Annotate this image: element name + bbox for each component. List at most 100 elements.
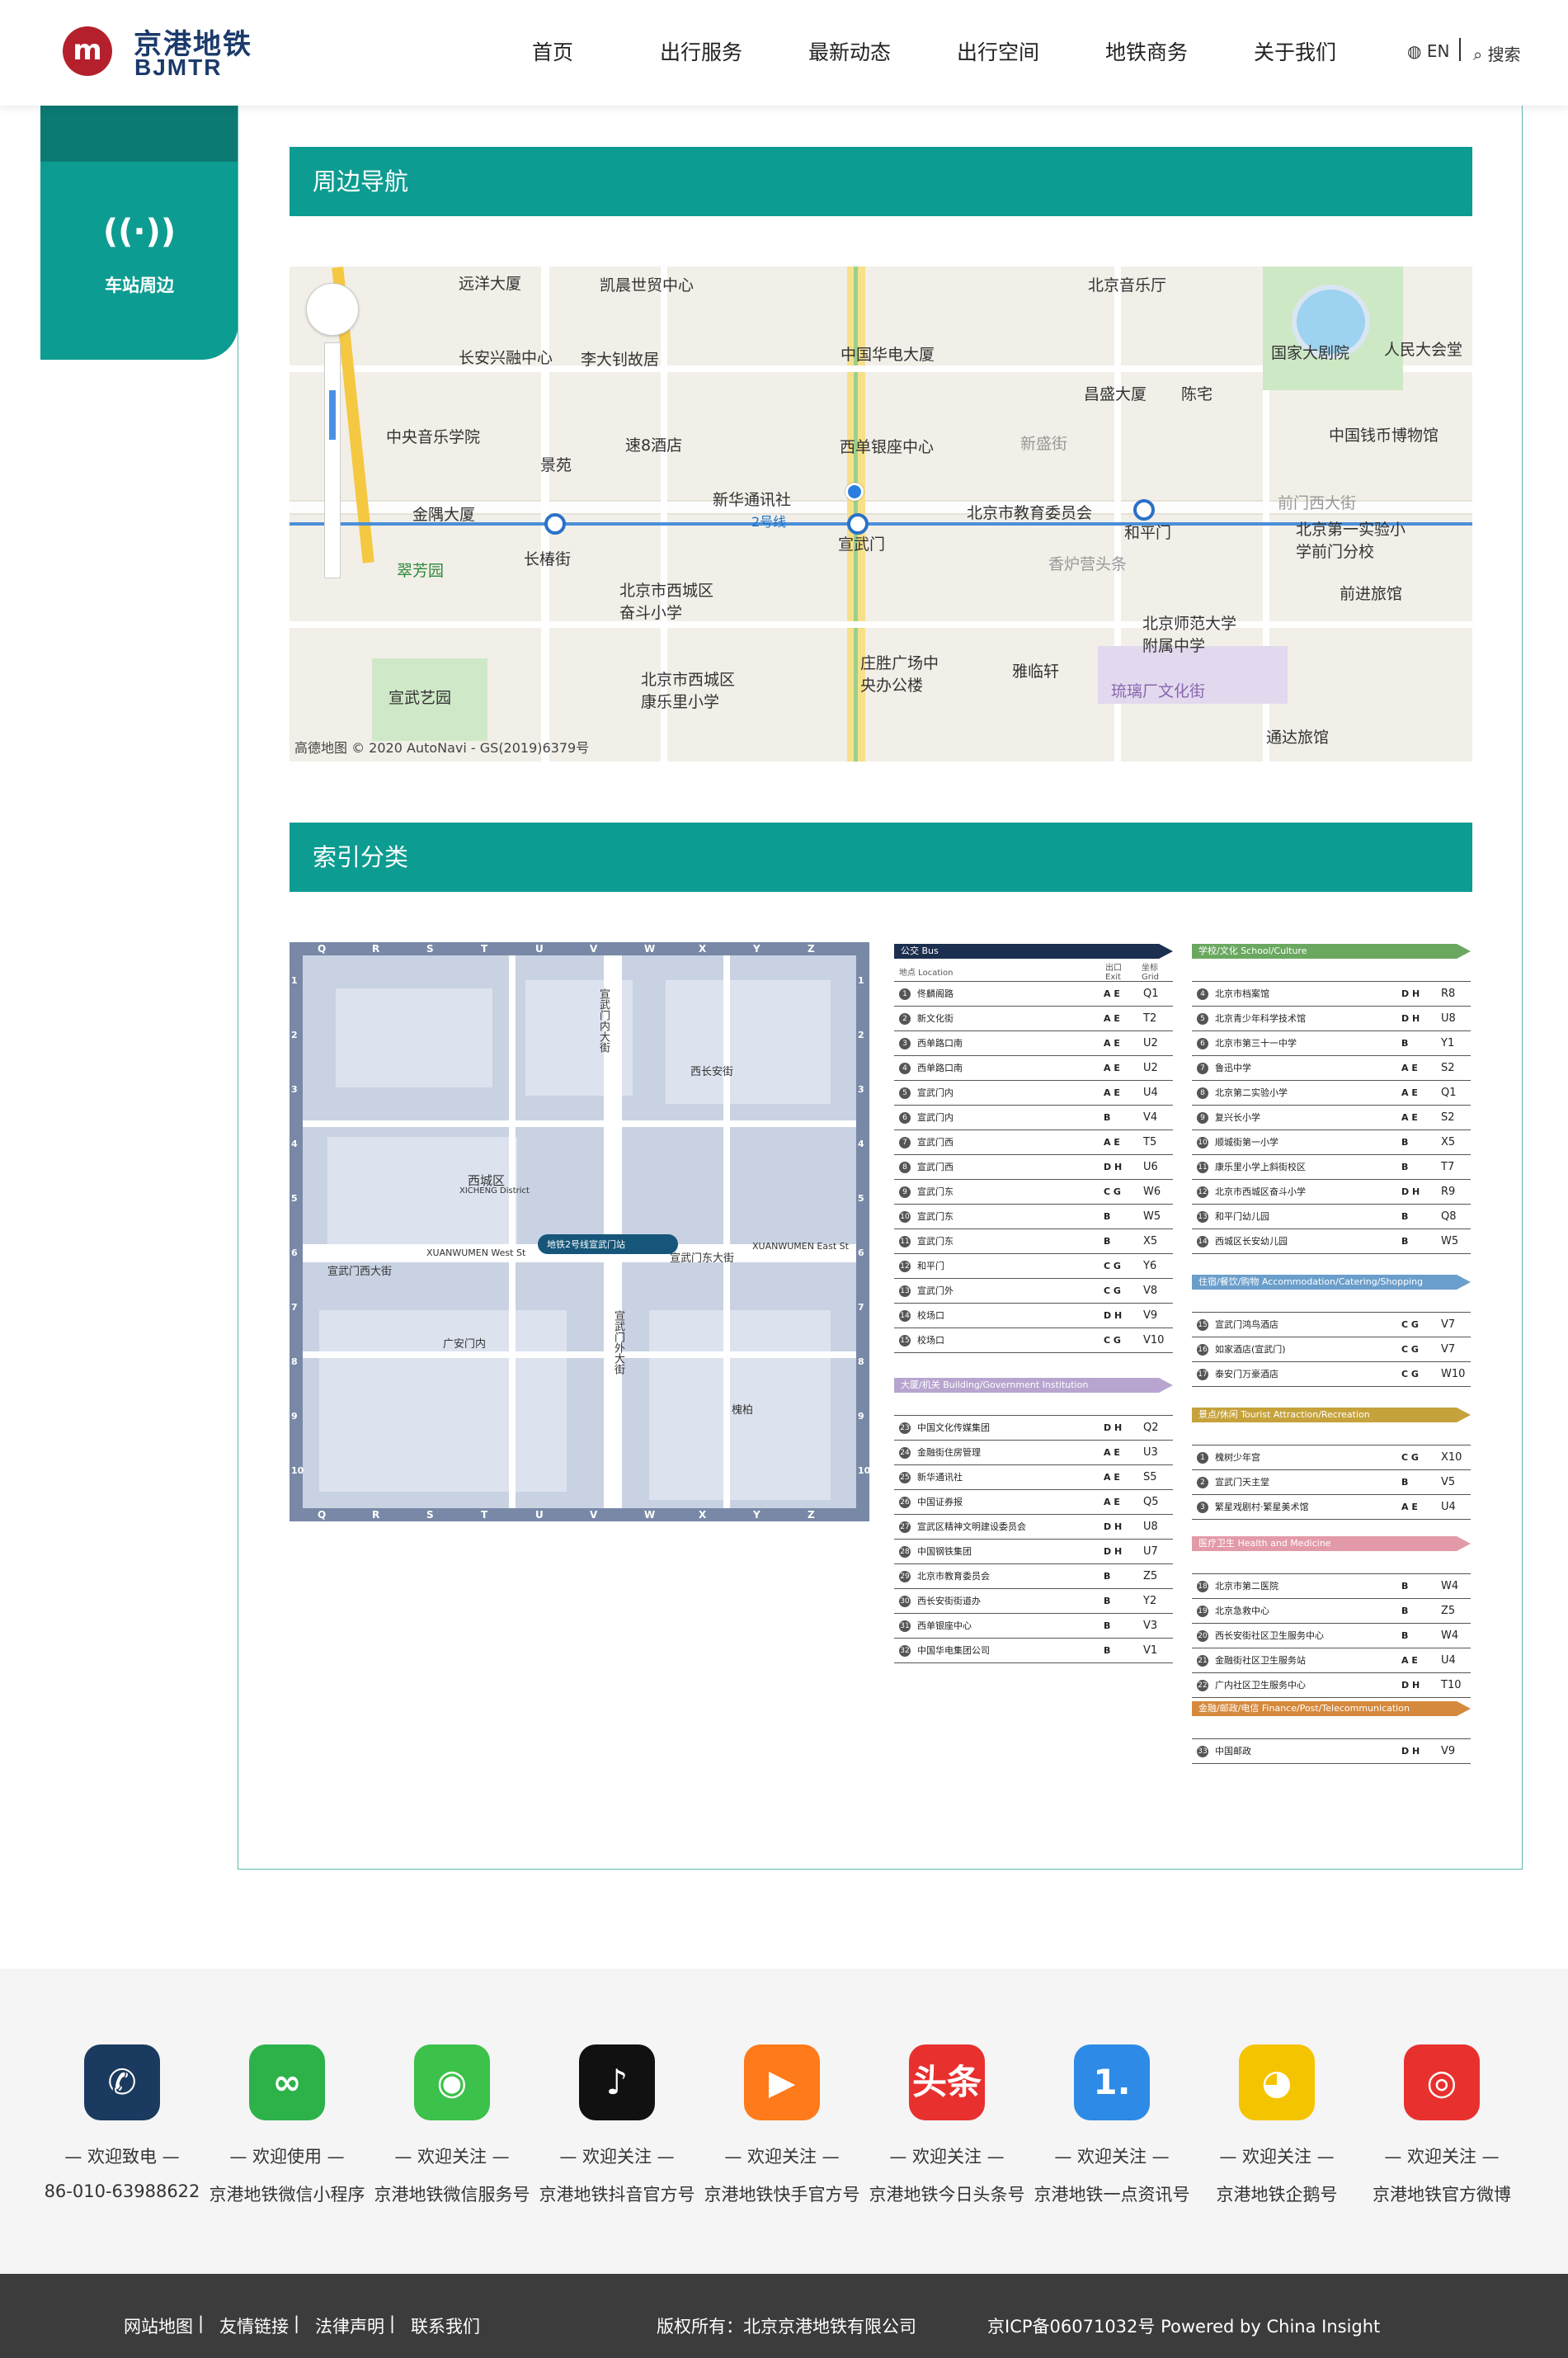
table-row: 20 西长安街社区卫生服务中心 B W4	[1192, 1624, 1471, 1648]
location-pin-icon[interactable]	[845, 483, 864, 501]
map-label[interactable]: 宣武门	[838, 532, 885, 554]
station-area-index-map[interactable]: 地铁2号线宣武门站 西城区 XICHENG District 宣武门西大街 XU…	[290, 942, 869, 1521]
footer-social-item[interactable]: 1. — 欢迎关注 — 京港地铁一点资讯号	[1029, 2044, 1194, 2206]
footer-social-item[interactable]: ◕ — 欢迎关注 — 京港地铁企鹅号	[1194, 2044, 1359, 2206]
map-label[interactable]: 北京市西城区康乐里小学	[641, 667, 748, 712]
map-label[interactable]: 北京师范大学附属中学	[1142, 611, 1241, 656]
map-label[interactable]: 前进旅馆	[1340, 582, 1402, 604]
map-label[interactable]: 陈宅	[1181, 382, 1212, 404]
nav-travel-space[interactable]: 出行空间	[924, 36, 1072, 66]
map-zoom-handle[interactable]	[329, 390, 336, 440]
map-label[interactable]: 新华通讯社	[713, 488, 791, 510]
row-exit: C G	[1401, 1369, 1419, 1379]
nav-home[interactable]: 首页	[478, 36, 627, 66]
map-label[interactable]: 李大钊故居	[581, 347, 659, 370]
map-label[interactable]: 昌盛大厦	[1084, 382, 1147, 404]
map-label[interactable]: 北京第一实验小学前门分校	[1296, 517, 1420, 562]
footer-link-contact[interactable]: 联系我们	[411, 2313, 480, 2338]
row-grid: V7	[1441, 1318, 1456, 1331]
row-location: 顺城街第一小学	[1215, 1137, 1278, 1148]
kuaishou-icon[interactable]: ▶	[744, 2044, 820, 2120]
row-grid: T10	[1441, 1679, 1462, 1691]
icp-record[interactable]: 京ICP备06071032号 Powered by China Insight	[987, 2313, 1380, 2338]
grid-column-label: X	[699, 1509, 707, 1521]
map-station-marker[interactable]	[1133, 499, 1155, 521]
map-label[interactable]: 中国钱币博物馆	[1329, 423, 1439, 446]
footer-social-item[interactable]: ▶ — 欢迎关注 — 京港地铁快手官方号	[699, 2044, 864, 2206]
map-label[interactable]: 景苑	[540, 453, 572, 475]
map-label[interactable]: 翠芳园	[397, 559, 444, 581]
footer-divider: |	[389, 2313, 396, 2333]
col-location: 地点 Location	[899, 969, 954, 978]
yidian-icon[interactable]: 1.	[1074, 2044, 1150, 2120]
map-label[interactable]: 和平门	[1124, 521, 1171, 543]
table-row: 23 中国文化传媒集团 D H Q2	[894, 1416, 1173, 1441]
row-grid: U7	[1143, 1545, 1158, 1558]
row-number: 4	[1197, 988, 1208, 1000]
map-label[interactable]: 北京市教育委员会	[967, 501, 1092, 523]
douyin-icon[interactable]: ♪	[579, 2044, 655, 2120]
search-button[interactable]: ⌕ 搜索	[1473, 41, 1521, 65]
map-label[interactable]: 金隅大厦	[412, 502, 475, 525]
map-label[interactable]: 琉璃厂文化街	[1111, 679, 1205, 701]
nearby-map[interactable]: 远洋大厦 凯晨世贸中心 北京音乐厅 长安兴融中心 李大钊故居 中国华电大厦 国家…	[290, 266, 1472, 762]
map-label[interactable]: 宣武艺园	[388, 686, 451, 708]
mini-program-icon[interactable]: ∞	[249, 2044, 325, 2120]
footer-link-sitemap[interactable]: 网站地图	[124, 2313, 193, 2338]
index-map-label: 广安门内	[443, 1338, 487, 1351]
map-label[interactable]: 速8酒店	[625, 433, 682, 455]
nav-about-us[interactable]: 关于我们	[1221, 36, 1369, 66]
footer-social-item[interactable]: ◉ — 欢迎关注 — 京港地铁微信服务号	[370, 2044, 534, 2206]
nav-metro-business[interactable]: 地铁商务	[1072, 36, 1221, 66]
toutiao-icon[interactable]: 头条	[909, 2044, 985, 2120]
map-label[interactable]: 中国华电大厦	[841, 342, 935, 365]
index-map-label: XUANWUMEN East St	[752, 1241, 849, 1252]
nav-travel-services[interactable]: 出行服务	[627, 36, 775, 66]
map-zoom-slider[interactable]	[324, 342, 341, 578]
search-icon: ⌕	[1473, 45, 1488, 64]
grid-row-label: 8	[858, 1356, 864, 1367]
grid-column-label: S	[426, 1509, 434, 1521]
footer-social-item[interactable]: 头条 — 欢迎关注 — 京港地铁今日头条号	[864, 2044, 1029, 2206]
map-label[interactable]: 西单银座中心	[840, 435, 934, 457]
map-label[interactable]: 远洋大厦	[459, 271, 521, 294]
map-station-marker[interactable]	[544, 513, 566, 535]
map-label[interactable]: 雅临轩	[1012, 659, 1059, 681]
logo-mark-icon[interactable]: m	[63, 26, 112, 76]
footer-link-legal[interactable]: 法律声明	[315, 2313, 384, 2338]
weibo-icon[interactable]: ◎	[1404, 2044, 1480, 2120]
map-label[interactable]: 中央音乐学院	[386, 425, 480, 447]
map-pan-control[interactable]	[306, 283, 359, 336]
footer-link-friend-links[interactable]: 友情链接	[219, 2313, 289, 2338]
map-label[interactable]: 国家大剧院	[1271, 341, 1349, 363]
map-label[interactable]: 北京音乐厅	[1088, 273, 1166, 295]
map-label[interactable]: 人民大会堂	[1384, 337, 1462, 360]
language-switch[interactable]: ◍ EN	[1407, 41, 1449, 61]
table-row: 2 宣武门天主堂 B V5	[1192, 1470, 1471, 1495]
map-label[interactable]: 凯晨世贸中心	[600, 273, 694, 295]
wechat-icon[interactable]: ◉	[414, 2044, 490, 2120]
nav-latest-news[interactable]: 最新动态	[775, 36, 924, 66]
sidebar-item-station-surroundings[interactable]: ((·)) 车站周边	[40, 162, 238, 360]
grid-row-label: 5	[858, 1193, 864, 1204]
footer-social-item[interactable]: ♪ — 欢迎关注 — 京港地铁抖音官方号	[534, 2044, 699, 2206]
logo-english-name[interactable]: BJMTR	[134, 54, 222, 81]
footer-social-item[interactable]: ∞ — 欢迎使用 — 京港地铁微信小程序	[205, 2044, 370, 2206]
row-exit: B	[1401, 1236, 1409, 1247]
footer-social-item[interactable]: ◎ — 欢迎关注 — 京港地铁官方微博	[1359, 2044, 1524, 2206]
footer-divider: |	[198, 2313, 205, 2333]
penguin-icon[interactable]: ◕	[1239, 2044, 1315, 2120]
sidebar-item-label: 车站周边	[105, 276, 174, 295]
map-label[interactable]: 北京市西城区奋斗小学	[619, 578, 727, 623]
map-label[interactable]: 通达旅馆	[1266, 725, 1329, 747]
row-exit: A E	[1104, 988, 1120, 999]
map-label[interactable]: 庄胜广场中央办公楼	[860, 651, 951, 696]
map-label: 前门西大街	[1278, 494, 1357, 512]
phone-icon[interactable]: ✆	[84, 2044, 160, 2120]
grid-row-label: 5	[291, 1193, 298, 1204]
map-label[interactable]: 长安兴融中心	[459, 346, 553, 368]
footer-social-item[interactable]: ✆ — 欢迎致电 — 86-010-63988622	[40, 2044, 205, 2201]
map-label[interactable]: 长椿街	[524, 547, 571, 569]
grid-row-label: 3	[291, 1084, 298, 1095]
row-exit: B	[1401, 1162, 1409, 1172]
